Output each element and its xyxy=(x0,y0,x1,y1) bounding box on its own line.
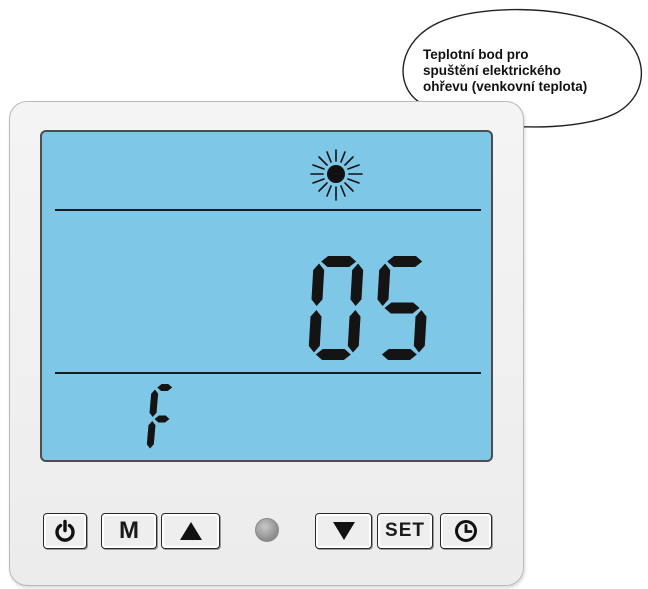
main-value-digit xyxy=(377,256,427,360)
set-button-label: SET xyxy=(385,520,425,541)
power-icon xyxy=(55,519,75,542)
main-value-segment-f xyxy=(377,263,391,306)
parameter-code-segment-e xyxy=(146,421,156,449)
parameter-code-segment-g xyxy=(154,415,170,423)
main-value-segment-e xyxy=(308,310,322,353)
callout-line-2: spuštění elektrického xyxy=(423,63,562,78)
lcd-divider-bottom xyxy=(55,372,481,374)
main-value-segment-g xyxy=(384,302,420,314)
clock-button[interactable] xyxy=(440,513,492,549)
power-button[interactable] xyxy=(43,513,87,549)
sun-icon xyxy=(310,149,363,201)
lcd-divider-top xyxy=(55,209,481,211)
clock-icon xyxy=(455,520,477,542)
main-value-segment-d xyxy=(315,349,351,360)
parameter-code-svg xyxy=(146,384,173,449)
mode-button-label: M xyxy=(119,517,139,544)
main-value-segment-f xyxy=(311,263,325,306)
triangle-up-icon xyxy=(179,522,202,540)
callout-line-3: ohřevu (venkovní teplota) xyxy=(423,79,588,94)
main-value-segment-b xyxy=(350,263,364,306)
main-value-segment-d xyxy=(381,349,417,360)
parameter-code-segment-a xyxy=(157,384,173,391)
parameter-code-segment-f xyxy=(149,389,159,417)
callout-text: Teplotní bod pro spuštění elektrického o… xyxy=(423,47,643,95)
triangle-down-icon xyxy=(332,522,355,540)
mode-button[interactable]: M xyxy=(101,513,157,549)
callout-line-1: Teplotní bod pro xyxy=(423,47,529,62)
main-value-svg xyxy=(308,256,427,360)
down-button[interactable] xyxy=(315,513,372,549)
main-value-segment-c xyxy=(413,310,427,353)
indicator-led xyxy=(255,518,279,542)
parameter-code-digit xyxy=(146,384,173,449)
main-value-segment-c xyxy=(347,310,361,353)
main-value-segment-a xyxy=(321,256,357,267)
main-value-digit xyxy=(308,256,364,360)
main-value-segment-a xyxy=(387,256,423,267)
parameter-code-display: F xyxy=(144,382,180,456)
up-button[interactable] xyxy=(161,513,220,549)
main-value-display: 05 xyxy=(306,254,432,362)
set-button[interactable]: SET xyxy=(377,513,433,549)
